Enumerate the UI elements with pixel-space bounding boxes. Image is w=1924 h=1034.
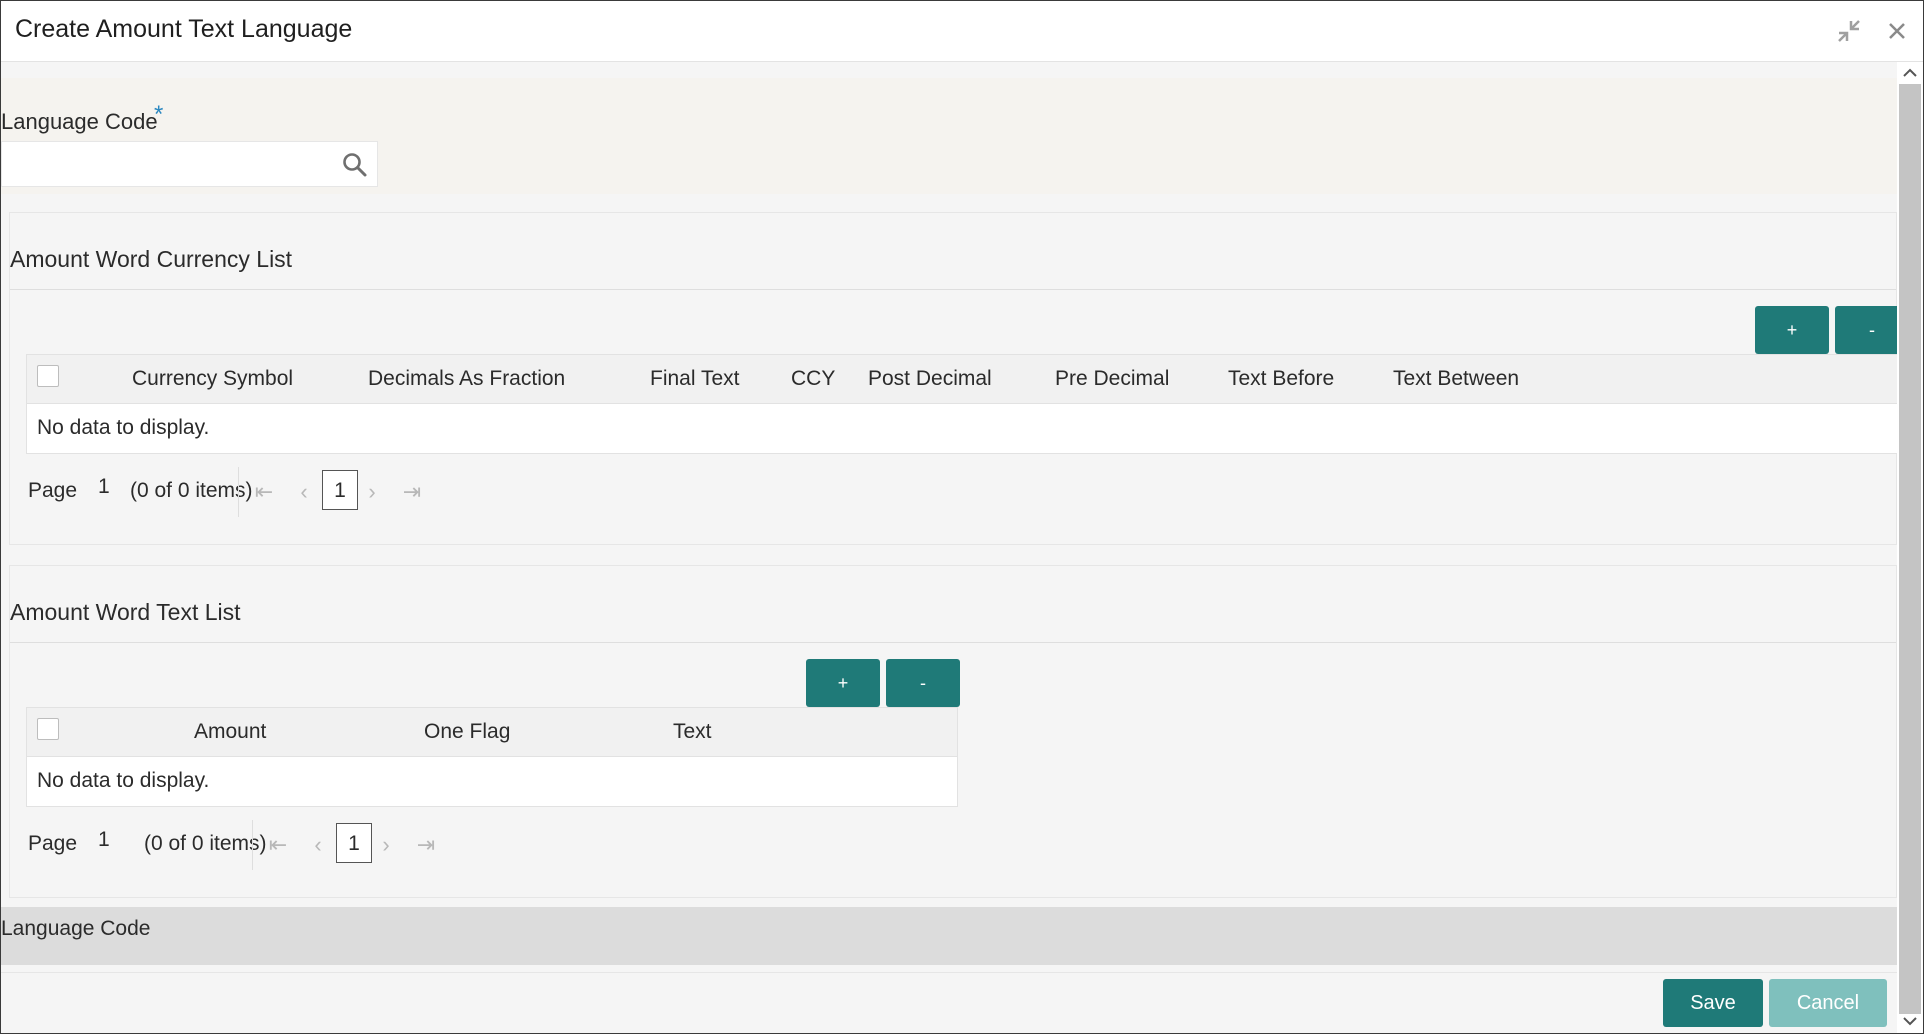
cancel-button[interactable]: Cancel [1769, 979, 1887, 1027]
prev-page-icon[interactable]: ‹ [294, 479, 314, 505]
divider [10, 289, 1896, 290]
scroll-down-icon[interactable] [1901, 1012, 1919, 1030]
page-label: Page [28, 479, 78, 502]
column-header[interactable]: Post Decimal [868, 367, 992, 391]
column-header[interactable]: Currency Symbol [132, 367, 293, 391]
column-header[interactable]: Text Before [1228, 367, 1334, 391]
dialog-content: Language Code * Amount Word Currency Lis… [1, 62, 1897, 972]
required-marker: * [154, 101, 164, 128]
current-page-box[interactable]: 1 [336, 823, 372, 863]
select-all-checkbox[interactable] [37, 365, 59, 387]
title-bar: Create Amount Text Language [1, 1, 1923, 62]
divider [252, 820, 253, 870]
language-code-section: Language Code * [1, 78, 1897, 194]
dialog-window: Create Amount Text Language Language Cod… [0, 0, 1924, 1034]
select-all-checkbox[interactable] [37, 718, 59, 740]
collapse-icon[interactable] [1835, 17, 1863, 45]
column-header[interactable]: Final Text [650, 367, 740, 391]
divider [10, 642, 1896, 643]
items-count: (0 of 0 items) [130, 479, 253, 502]
vertical-scrollbar[interactable] [1897, 62, 1923, 1033]
footer-language-code-label: Language Code [1, 917, 151, 940]
column-header[interactable]: Pre Decimal [1055, 367, 1169, 391]
save-button[interactable]: Save [1663, 979, 1763, 1027]
page-number: 1 [98, 828, 110, 851]
panel-title: Amount Word Text List [10, 599, 241, 625]
grid-header: Currency Symbol Decimals As Fraction Fin… [27, 355, 1897, 404]
empty-message: No data to display. [37, 416, 210, 439]
scrollbar-thumb[interactable] [1899, 84, 1921, 1014]
divider [238, 467, 239, 517]
column-header[interactable]: One Flag [424, 720, 510, 744]
column-header[interactable]: Decimals As Fraction [368, 367, 565, 391]
page-number: 1 [98, 475, 110, 498]
first-page-icon[interactable]: ⇤ [254, 479, 274, 505]
next-page-icon[interactable]: › [362, 479, 382, 505]
first-page-icon[interactable]: ⇤ [268, 832, 288, 858]
footer-info-band: Language Code [1, 907, 1897, 965]
amount-word-text-panel: Amount Word Text List + - Amount One Fla… [9, 565, 1897, 898]
current-page-box[interactable]: 1 [322, 470, 358, 510]
dialog-title: Create Amount Text Language [15, 15, 353, 43]
amount-word-currency-panel: Amount Word Currency List + - Currency S… [9, 212, 1897, 545]
text-grid: Amount One Flag Text No data to display. [26, 707, 958, 807]
grid-header: Amount One Flag Text [27, 708, 957, 757]
column-header[interactable]: Amount [194, 720, 266, 744]
items-count: (0 of 0 items) [144, 832, 267, 855]
next-page-icon[interactable]: › [376, 832, 396, 858]
empty-message: No data to display. [37, 769, 210, 792]
last-page-icon[interactable]: ⇥ [416, 832, 436, 858]
add-row-button[interactable]: + [1755, 306, 1829, 354]
panel-title: Amount Word Currency List [10, 246, 293, 272]
scroll-up-icon[interactable] [1901, 64, 1919, 82]
remove-row-button[interactable]: - [886, 659, 960, 707]
pagination: Page 1 (0 of 0 items) ⇤ ‹ 1 › ⇥ [26, 467, 626, 517]
close-icon[interactable] [1883, 17, 1911, 45]
currency-grid: Currency Symbol Decimals As Fraction Fin… [26, 354, 1897, 454]
remove-row-button[interactable]: - [1835, 306, 1897, 354]
column-header[interactable]: Text [673, 720, 712, 744]
language-code-input[interactable] [1, 141, 378, 187]
last-page-icon[interactable]: ⇥ [402, 479, 422, 505]
pagination: Page 1 (0 of 0 items) ⇤ ‹ 1 › ⇥ [26, 820, 646, 870]
prev-page-icon[interactable]: ‹ [308, 832, 328, 858]
column-header[interactable]: Text Between [1393, 367, 1519, 391]
search-icon[interactable] [342, 152, 368, 178]
page-label: Page [28, 832, 78, 855]
add-row-button[interactable]: + [806, 659, 880, 707]
language-code-label: Language Code * [1, 101, 164, 134]
column-header[interactable]: CCY [791, 367, 835, 391]
action-bar: Save Cancel [1, 972, 1897, 1033]
